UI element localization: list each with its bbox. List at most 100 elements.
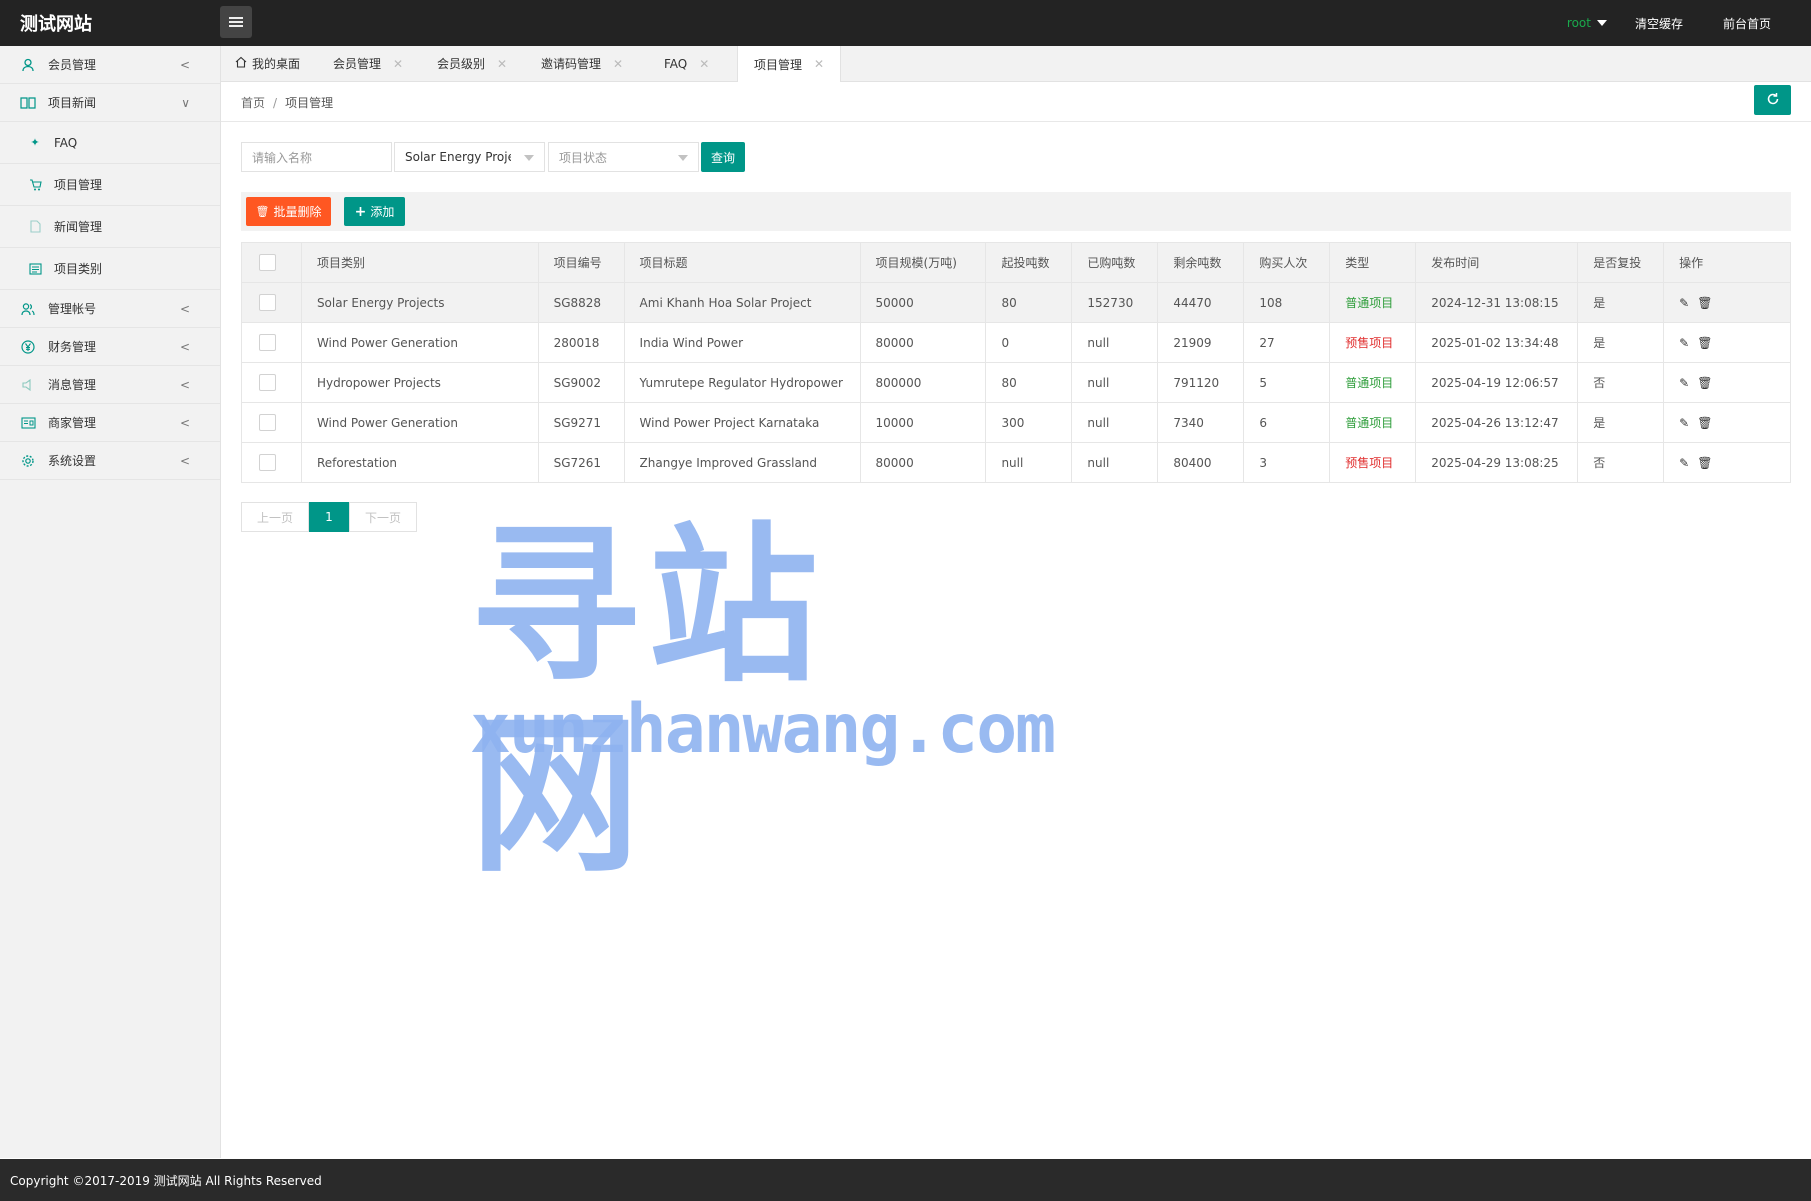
cell-scale: 10000 [859, 402, 987, 443]
select-all-checkbox[interactable] [259, 254, 276, 271]
cell-reinvest: 是 [1577, 402, 1665, 443]
batch-delete-button[interactable]: 🗑 批量删除 [246, 197, 331, 226]
column-header: 项目编号 [537, 242, 625, 283]
sidebar-item-label: 商家管理 [48, 416, 97, 430]
footer: Copyright ©2017-2019 测试网站 All Rights Res… [0, 1159, 1811, 1201]
sidebar-item-messages[interactable]: 消息管理 < [0, 366, 220, 404]
sidebar-item-settings[interactable]: 系统设置 < [0, 442, 220, 480]
row-checkbox[interactable] [259, 294, 276, 311]
cell-remain: 21909 [1157, 322, 1245, 363]
cell-buyers: 108 [1243, 282, 1331, 323]
sidebar-sub-project-category[interactable]: 项目类别 [0, 248, 220, 290]
status-select[interactable]: 项目状态 [548, 142, 699, 172]
sidebar-sub-news-manage[interactable]: 新闻管理 [0, 206, 220, 248]
delete-icon[interactable]: 🗑 [1697, 376, 1712, 390]
speaker-icon [20, 377, 36, 393]
name-search-input[interactable]: 请输入名称 [241, 142, 392, 172]
column-header: 购买人次 [1243, 242, 1331, 283]
cell-buyers: 6 [1243, 402, 1331, 443]
user-icon [20, 57, 36, 73]
cell-buyers: 5 [1243, 362, 1331, 403]
sidebar-sub-faq[interactable]: ✦ FAQ [0, 122, 220, 164]
close-icon[interactable]: ✕ [699, 57, 709, 71]
tab-faq[interactable]: FAQ ✕ [664, 46, 709, 81]
add-button[interactable]: + 添加 [344, 197, 405, 226]
cell-time: 2025-04-19 12:06:57 [1415, 362, 1579, 403]
delete-icon[interactable]: 🗑 [1697, 296, 1712, 310]
cell-type: 普通项目 [1329, 282, 1417, 323]
edit-icon[interactable]: ✎ [1679, 336, 1689, 350]
tab-member-level[interactable]: 会员级别 ✕ [437, 46, 507, 81]
search-button[interactable]: 查询 [701, 142, 745, 172]
breadcrumb: 首页 / 项目管理 [241, 94, 333, 111]
close-icon[interactable]: ✕ [613, 57, 623, 71]
tab-my-desktop[interactable]: 我的桌面 [235, 46, 300, 81]
tree-icon: ✦ [30, 136, 40, 149]
category-select[interactable]: Solar Energy Projects [394, 142, 545, 172]
delete-icon[interactable]: 🗑 [1697, 416, 1712, 430]
watermark-chinese: 寻站网 [470, 508, 827, 896]
yen-icon [20, 339, 36, 355]
cell-bought: null [1071, 322, 1159, 363]
site-logo[interactable]: 测试网站 [20, 10, 92, 36]
sidebar-item-label: 管理帐号 [48, 302, 97, 316]
tab-label: 我的桌面 [252, 57, 301, 71]
edit-icon[interactable]: ✎ [1679, 416, 1689, 430]
front-home-link[interactable]: 前台首页 [1723, 15, 1771, 32]
breadcrumb-current: 项目管理 [285, 96, 334, 110]
row-checkbox[interactable] [259, 454, 276, 471]
close-icon[interactable]: ✕ [497, 57, 507, 71]
cell-min: null [985, 442, 1073, 483]
chevron-left-icon: < [179, 302, 190, 316]
edit-icon[interactable]: ✎ [1679, 296, 1689, 310]
row-checkbox[interactable] [259, 334, 276, 351]
sidebar-sub-project-manage[interactable]: 项目管理 [0, 164, 220, 206]
tab-label: 项目管理 [754, 57, 803, 72]
chevron-left-icon: < [179, 416, 190, 430]
column-header: 已购吨数 [1071, 242, 1159, 283]
cell-reinvest: 是 [1577, 282, 1665, 323]
list-icon [28, 262, 42, 276]
delete-icon[interactable]: 🗑 [1697, 456, 1712, 470]
sidebar-item-merchants[interactable]: 商家管理 < [0, 404, 220, 442]
sidebar-item-label: 财务管理 [48, 340, 97, 354]
status-select-placeholder: 项目状态 [559, 150, 608, 165]
sidebar-item-label: 系统设置 [48, 454, 97, 468]
delete-icon[interactable]: 🗑 [1697, 336, 1712, 350]
tab-invite-code[interactable]: 邀请码管理 ✕ [541, 46, 623, 81]
tab-member-manage[interactable]: 会员管理 ✕ [333, 46, 403, 81]
clear-cache-link[interactable]: 清空缓存 [1635, 15, 1683, 32]
edit-icon[interactable]: ✎ [1679, 376, 1689, 390]
row-checkbox[interactable] [259, 374, 276, 391]
close-icon[interactable]: ✕ [814, 57, 824, 71]
cell-type: 预售项目 [1329, 442, 1417, 483]
refresh-button[interactable] [1754, 85, 1791, 115]
sidebar-sub-label: FAQ [54, 135, 78, 150]
watermark-domain: xunzhanwang.com [470, 690, 1056, 769]
sidebar-item-admin-accounts[interactable]: 管理帐号 < [0, 290, 220, 328]
breadcrumb-separator: / [273, 96, 278, 110]
sidebar-item-project-news[interactable]: 项目新闻 ∨ [0, 84, 220, 122]
column-header: 是否复投 [1577, 242, 1665, 283]
cell-title: Zhangye Improved Grassland [623, 442, 861, 483]
sidebar-item-finance[interactable]: 财务管理 < [0, 328, 220, 366]
cell-code: SG9002 [537, 362, 625, 403]
cell-scale: 50000 [859, 282, 987, 323]
tab-label: 邀请码管理 [541, 57, 602, 71]
cell-remain: 80400 [1157, 442, 1245, 483]
chevron-left-icon: < [179, 454, 190, 468]
tab-project-manage[interactable]: 项目管理 ✕ [737, 46, 842, 82]
cell-bought: null [1071, 442, 1159, 483]
edit-icon[interactable]: ✎ [1679, 456, 1689, 470]
breadcrumb-home[interactable]: 首页 [241, 96, 265, 110]
menu-toggle-button[interactable] [220, 6, 252, 38]
page-number-button[interactable]: 1 [309, 502, 349, 532]
sidebar-item-members[interactable]: 会员管理 < [0, 46, 220, 84]
column-header: 类型 [1329, 242, 1417, 283]
close-icon[interactable]: ✕ [393, 57, 403, 71]
user-menu[interactable]: root [1567, 16, 1607, 30]
row-checkbox[interactable] [259, 414, 276, 431]
next-page-button[interactable]: 下一页 [349, 502, 417, 532]
prev-page-button[interactable]: 上一页 [241, 502, 309, 532]
tab-bar: 我的桌面 会员管理 ✕ 会员级别 ✕ 邀请码管理 ✕ FAQ ✕ 项目管理 ✕ [221, 46, 1811, 82]
